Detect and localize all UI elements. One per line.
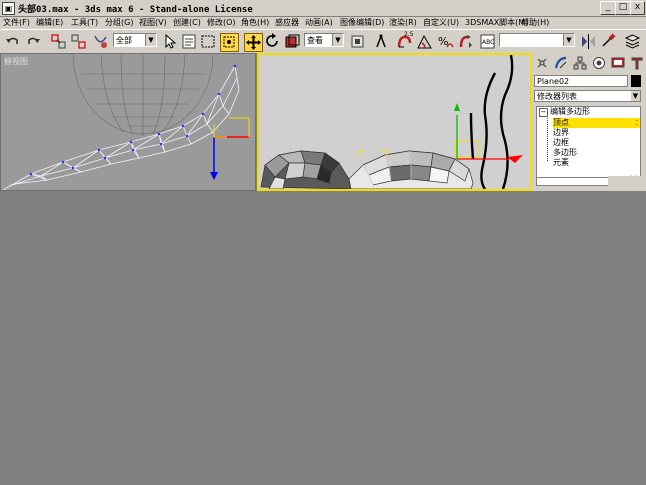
menu-reactor[interactable]: 感应器 — [275, 17, 299, 28]
unlink-icon[interactable] — [70, 33, 87, 50]
selection-filter-value: 全部 — [116, 36, 132, 45]
3dsmax-app-icon[interactable]: ▣ — [2, 2, 15, 15]
select-object-icon[interactable] — [161, 33, 178, 50]
modifier-list-label: 修改器列表 — [537, 92, 577, 101]
window-title: 头部03.max - 3ds max 6 - Stand-alone Licen… — [18, 5, 253, 15]
pivot-icon[interactable] — [349, 33, 366, 50]
menu-character[interactable]: 角色(H) — [241, 17, 269, 28]
subobject-label: 顶点 — [553, 118, 569, 127]
hierarchy-icon[interactable] — [573, 56, 587, 70]
close-button[interactable]: x — [630, 1, 645, 15]
menu-maxscript[interactable]: 3DSMAX脚本(M) — [465, 17, 528, 28]
viewport-front-canvas — [260, 55, 523, 189]
menu-edit[interactable]: 编辑(E) — [36, 17, 63, 28]
svg-text:ABC: ABC — [482, 39, 494, 46]
menu-graph-editors[interactable]: 图像编辑(D) — [340, 17, 384, 28]
scale-icon[interactable] — [284, 33, 301, 50]
manipulate-icon[interactable] — [373, 33, 390, 50]
chevron-down-icon: ▼ — [145, 34, 156, 46]
layer-icon[interactable] — [624, 33, 641, 50]
head-mesh — [260, 150, 474, 189]
title-bar: ▣ 头部03.max - 3ds max 6 - Stand-alone Lic… — [0, 0, 646, 17]
move-button[interactable] — [244, 33, 263, 52]
subobject-vertex[interactable]: 顶点 ⁚ — [553, 118, 640, 128]
chevron-down-icon: ▼ — [563, 34, 574, 46]
move-icon — [246, 35, 261, 50]
subobject-label: 边界 — [553, 128, 569, 137]
sphere-mesh — [72, 54, 214, 136]
transform-gizmo[interactable] — [210, 117, 250, 180]
viewport-front[interactable] — [257, 53, 532, 191]
selection-filter-dropdown[interactable]: 全部 ▼ — [113, 33, 157, 47]
select-by-name-icon[interactable] — [181, 33, 198, 50]
subobject-label: 元素 — [553, 158, 569, 167]
menu-customize[interactable]: 自定义(U) — [423, 17, 459, 28]
wireframe-mesh — [2, 65, 240, 190]
chevron-down-icon: ▼ — [332, 34, 343, 46]
menu-help[interactable]: 帮助(H) — [521, 17, 549, 28]
menu-tools[interactable]: 工具(T) — [71, 17, 98, 28]
undo-icon[interactable] — [4, 33, 21, 50]
stack-item-edit-poly[interactable]: − 编辑多边形 — [539, 107, 590, 117]
menu-create[interactable]: 创建(C) — [173, 17, 201, 28]
named-selection-dropdown[interactable]: ▼ — [499, 33, 575, 47]
rectangle-select-icon[interactable] — [200, 33, 217, 50]
utilities-icon[interactable] — [630, 56, 644, 70]
menu-rendering[interactable]: 渲染(R) — [389, 17, 417, 28]
subobject-border[interactable]: 边界 — [553, 128, 569, 138]
tree-line — [547, 115, 548, 161]
menu-views[interactable]: 视图(V) — [139, 17, 167, 28]
reference-coord-value: 查看 — [307, 36, 323, 45]
menu-file[interactable]: 文件(F) — [3, 17, 30, 28]
chevron-down-icon: ▼ — [631, 91, 640, 101]
subobject-edge[interactable]: 边框 — [553, 138, 569, 148]
motion-icon[interactable] — [592, 56, 606, 70]
modify-icon[interactable] — [554, 56, 568, 70]
viewport-top-canvas — [2, 54, 250, 190]
percent-snap-icon[interactable]: % — [437, 33, 454, 50]
align-icon[interactable] — [600, 33, 617, 50]
expand-minus-icon[interactable]: − — [539, 108, 548, 117]
command-panel: Plane02 修改器列表▼ −编辑多边形 顶点⁚ 边界 边框 多边形 元素 ‹… — [532, 53, 646, 191]
transform-gizmo[interactable] — [454, 103, 523, 163]
angle-snap-icon[interactable] — [416, 33, 433, 50]
subobject-label: 多边形 — [553, 148, 577, 157]
select-link-icon[interactable] — [50, 33, 67, 50]
window-crossing-button[interactable] — [220, 33, 239, 52]
minimize-button[interactable]: _ — [600, 1, 616, 15]
stack-root-label: 编辑多边形 — [550, 107, 590, 116]
redo-icon[interactable] — [25, 33, 42, 50]
command-panel-tabs — [532, 53, 646, 73]
modifier-stack: −编辑多边形 顶点⁚ 边界 边框 多边形 元素 ‹ › — [536, 106, 641, 186]
reference-contour — [469, 55, 514, 189]
create-icon[interactable] — [535, 56, 549, 70]
object-name-field[interactable]: Plane02 — [534, 75, 628, 87]
modifier-list-dropdown[interactable]: 修改器列表 ▼ — [534, 90, 641, 102]
mirror-icon[interactable] — [580, 33, 597, 50]
menu-bar: 文件(F) 编辑(E) 工具(T) 分组(G) 视图(V) 创建(C) 修改(O… — [0, 17, 646, 29]
subobject-label: 边框 — [553, 138, 569, 147]
main-toolbar: 全部 ▼ 查看 ▼ 2.5 % ABC ▼ — [0, 29, 646, 54]
reference-coord-dropdown[interactable]: 查看 ▼ — [304, 33, 344, 47]
menu-group[interactable]: 分组(G) — [105, 17, 133, 28]
panel-scroll-block — [608, 176, 646, 191]
rotate-icon[interactable] — [264, 33, 281, 50]
display-icon[interactable] — [611, 56, 625, 70]
bind-space-warp-icon[interactable] — [92, 33, 109, 50]
vertex-dots-icon: ⁚ — [635, 119, 638, 127]
object-color-swatch[interactable] — [631, 75, 641, 87]
snap-toggle-label: 2.5 — [404, 31, 414, 38]
viewport-top[interactable]: 俯视图 — [0, 53, 256, 191]
menu-modifiers[interactable]: 修改(O) — [207, 17, 236, 28]
subobject-polygon[interactable]: 多边形 — [553, 148, 577, 158]
maximize-button[interactable]: □ — [615, 1, 631, 15]
window-crossing-icon — [223, 36, 235, 48]
menu-animation[interactable]: 动画(A) — [305, 17, 333, 28]
subobject-element[interactable]: 元素 — [553, 158, 569, 168]
spinner-snap-icon[interactable] — [457, 33, 474, 50]
edit-named-sel-icon[interactable]: ABC — [479, 33, 496, 50]
empty-workspace — [0, 191, 646, 485]
